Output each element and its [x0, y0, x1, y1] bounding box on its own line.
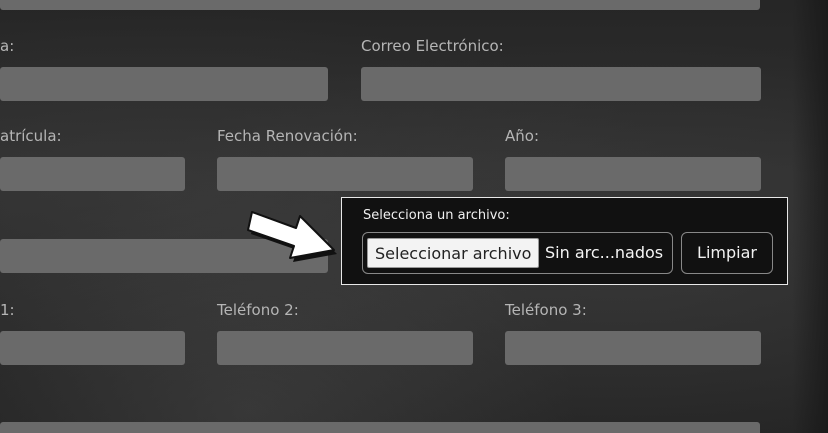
select-file-button[interactable]: Seleccionar archivo: [367, 238, 540, 268]
fecha-renovacion-input[interactable]: [217, 157, 473, 191]
field-label-correo: Correo Electrónico:: [361, 37, 504, 55]
field-label-telefono2: Teléfono 2:: [217, 301, 299, 319]
field-label-anio: Año:: [505, 127, 539, 145]
telefono2-input[interactable]: [217, 331, 473, 365]
correo-input[interactable]: [361, 67, 761, 101]
nombre-input[interactable]: [0, 67, 328, 101]
clear-button[interactable]: Limpiar: [681, 232, 773, 274]
field-label-telefono1: 1:: [0, 301, 15, 319]
arrow-right-icon: [247, 211, 337, 262]
file-upload-label: Selecciona un archivo:: [363, 208, 510, 223]
right-edge-shade: [792, 0, 828, 433]
file-status-text: Sin arc...nados: [545, 243, 664, 262]
field-label-fecha-renovacion: Fecha Renovación:: [217, 127, 358, 145]
top-input-strip[interactable]: [0, 0, 760, 10]
file-input[interactable]: Seleccionar archivo Sin arc...nados: [362, 232, 673, 274]
field-label-nombre: a:: [0, 37, 15, 55]
field-label-telefono3: Teléfono 3:: [505, 301, 587, 319]
matricula-input[interactable]: [0, 157, 185, 191]
file-upload-panel: Selecciona un archivo: Seleccionar archi…: [341, 197, 788, 285]
field-label-matricula: atrícula:: [0, 127, 62, 145]
telefono1-input[interactable]: [0, 331, 185, 365]
telefono3-input[interactable]: [505, 331, 761, 365]
anio-input[interactable]: [505, 157, 761, 191]
bottom-input[interactable]: [0, 422, 760, 433]
